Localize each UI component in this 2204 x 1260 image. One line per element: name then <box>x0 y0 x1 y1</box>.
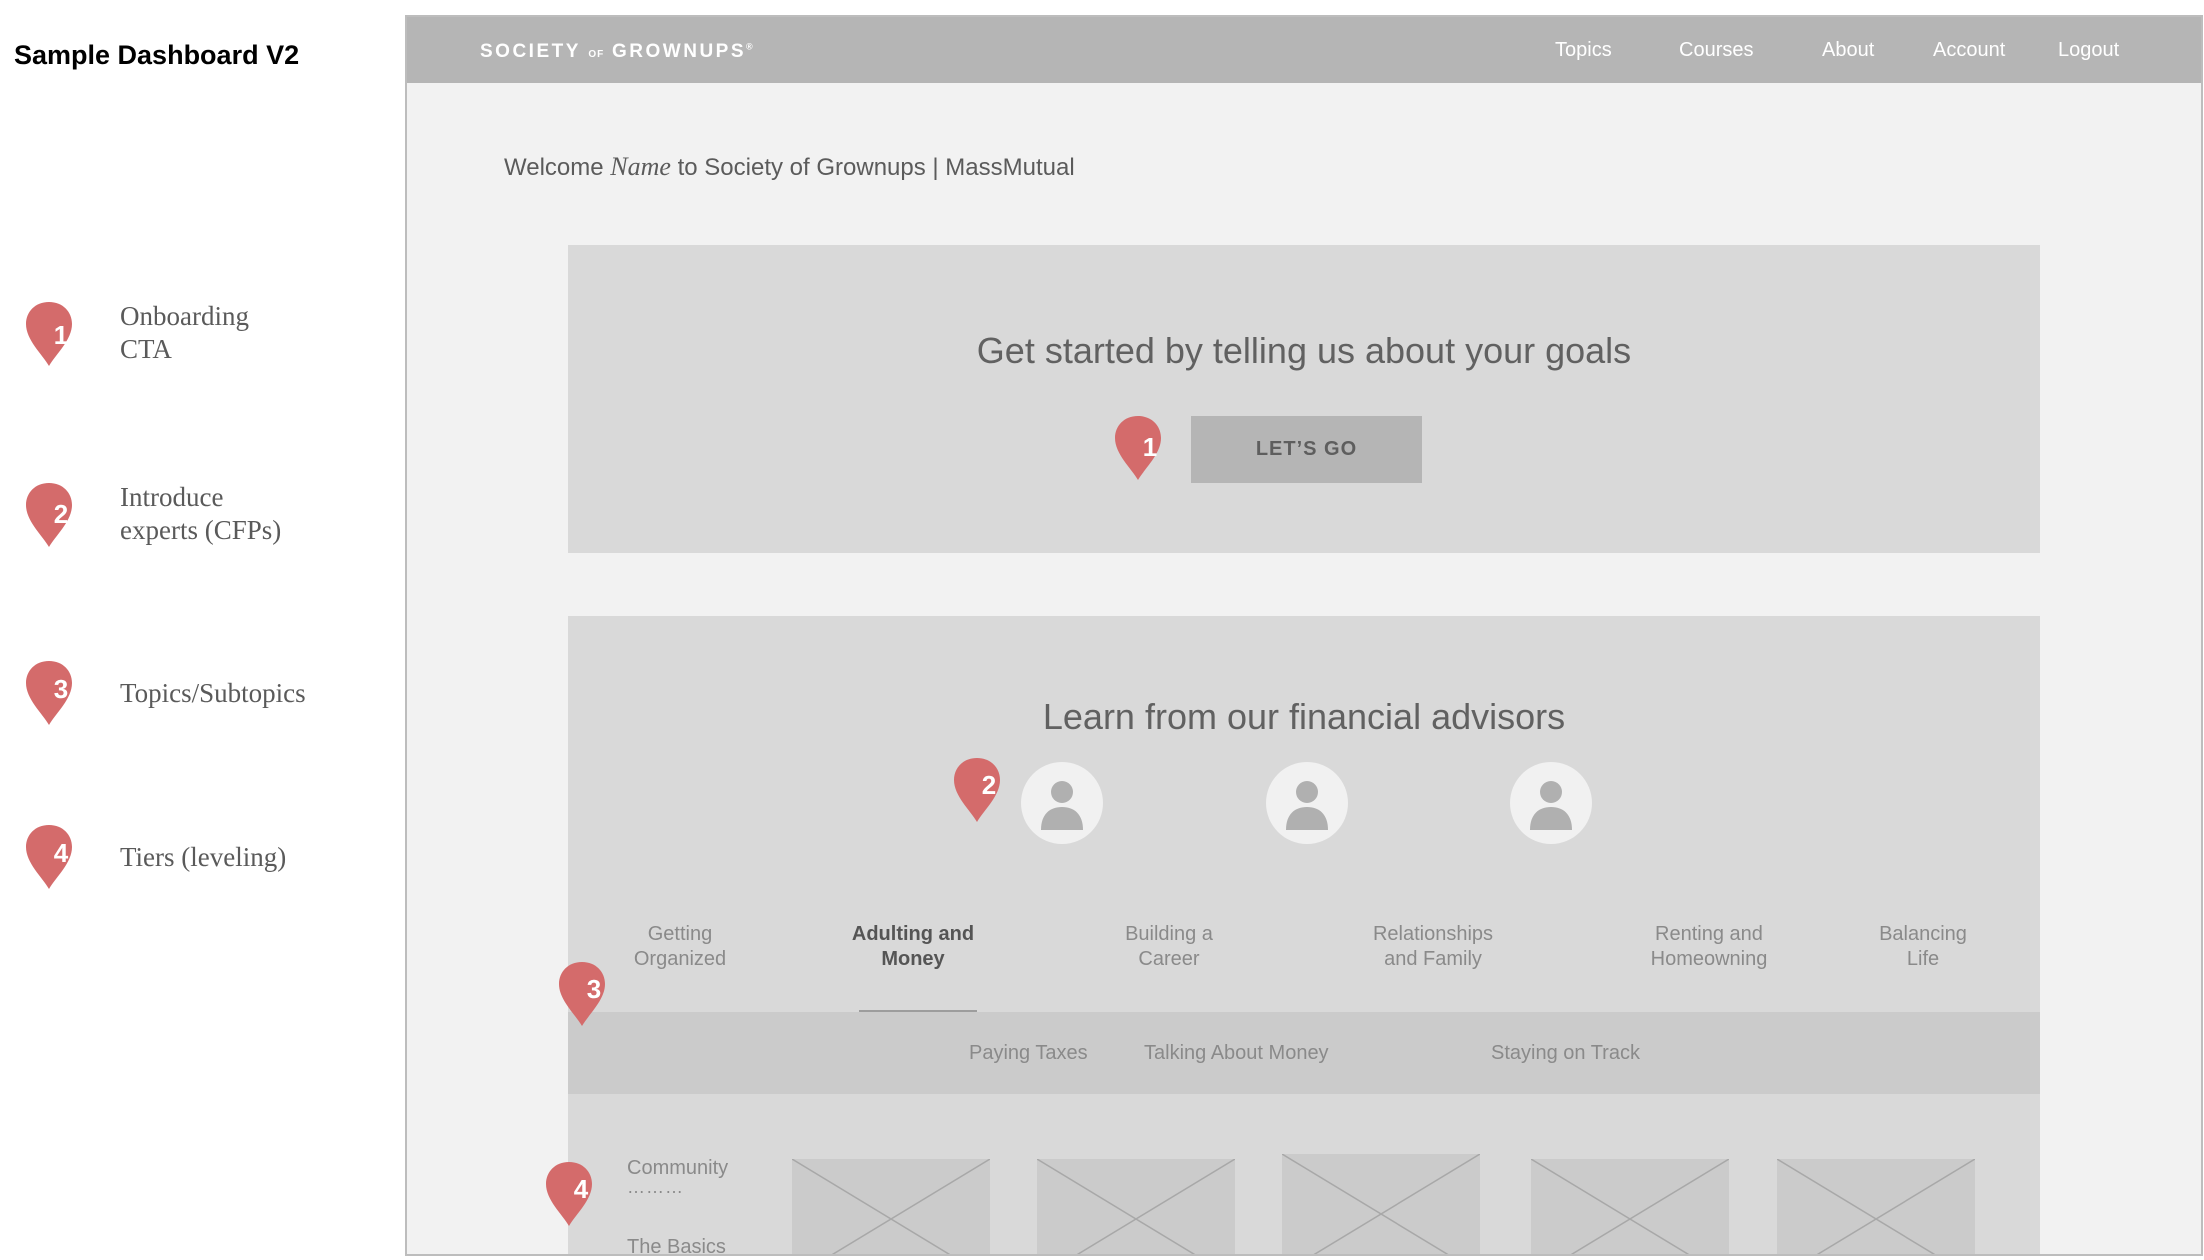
legend-label: Topics/Subtopics <box>120 678 306 708</box>
lets-go-button[interactable]: LET’S GO <box>1191 416 1422 483</box>
svg-text:3: 3 <box>587 974 601 1004</box>
person-icon <box>1530 781 1572 830</box>
dashboard-frame: SOCIETY OF GROWNUPS® Topics Courses Abou… <box>405 15 2203 1256</box>
subtopic-bar: Paying Taxes Talking About Money Staying… <box>568 1012 2040 1094</box>
legend-item-tiers: 4 Tiers (leveling) <box>24 823 286 889</box>
welcome-message: Welcome Name to Society of Grownups | Ma… <box>504 152 1075 182</box>
subtopic-talking-about-money[interactable]: Talking About Money <box>1144 1042 1329 1065</box>
svg-text:2: 2 <box>54 499 68 529</box>
topic-tab-getting-organized[interactable]: Getting Organized <box>634 922 726 972</box>
topic-tab-balancing-life[interactable]: Balancing Life <box>1879 922 1967 972</box>
nav-topics[interactable]: Topics <box>1555 39 1612 62</box>
nav-account[interactable]: Account <box>1933 39 2005 62</box>
legend-item-onboarding: 1 Onboarding CTA <box>24 300 249 366</box>
legend-item-experts: 2 Introduce experts (CFPs) <box>24 481 281 547</box>
image-placeholder-icon <box>1777 1159 1975 1254</box>
logo-text: GROWNUPS <box>612 41 747 62</box>
legend-label: Introduce experts (CFPs) <box>120 482 282 545</box>
logo[interactable]: SOCIETY OF GROWNUPS® <box>480 41 755 63</box>
course-thumbnail[interactable] <box>1531 1159 1729 1254</box>
map-pin-icon: 4 <box>544 1160 594 1228</box>
map-pin-icon: 3 <box>24 659 74 725</box>
map-pin-icon: 1 <box>1113 414 1163 482</box>
user-name: Name <box>610 152 671 181</box>
person-icon <box>1041 781 1083 830</box>
registered-mark: ® <box>746 41 756 52</box>
image-placeholder-icon <box>1282 1154 1480 1254</box>
image-placeholder-icon <box>1531 1159 1729 1254</box>
topic-tab-relationships-and-family[interactable]: Relationships and Family <box>1373 922 1493 972</box>
topic-tab-renting-and-homeowning[interactable]: Renting and Homeowning <box>1651 922 1768 972</box>
legend-item-topics: 3 Topics/Subtopics <box>24 659 306 725</box>
tier-separator: ……… <box>627 1177 684 1197</box>
svg-text:2: 2 <box>982 770 996 800</box>
welcome-suffix: to Society of Grownups | MassMutual <box>677 154 1075 181</box>
advisor-avatar[interactable] <box>1510 762 1592 844</box>
nav-courses[interactable]: Courses <box>1679 39 1753 62</box>
welcome-prefix: Welcome <box>504 154 604 181</box>
subtopic-paying-taxes[interactable]: Paying Taxes <box>969 1042 1088 1065</box>
onboarding-panel: Get started by telling us about your goa… <box>568 245 2040 553</box>
nav-logout[interactable]: Logout <box>2058 39 2119 62</box>
map-pin-icon: 1 <box>24 300 74 366</box>
legend-label: Onboarding CTA <box>120 301 249 364</box>
document-title: Sample Dashboard V2 <box>14 40 300 70</box>
onboarding-title: Get started by telling us about your goa… <box>976 330 1632 371</box>
tier-the-basics[interactable]: The Basics <box>627 1236 726 1254</box>
subtopic-staying-on-track[interactable]: Staying on Track <box>1491 1042 1640 1065</box>
logo-text: OF <box>588 49 605 60</box>
nav-about[interactable]: About <box>1822 39 1874 62</box>
svg-text:1: 1 <box>54 320 68 350</box>
map-pin-icon: 4 <box>24 823 74 889</box>
advisors-panel: Learn from our financial advisors Gettin… <box>568 616 2040 1254</box>
svg-text:4: 4 <box>54 838 69 868</box>
course-thumbnail[interactable] <box>1282 1154 1480 1254</box>
person-icon <box>1286 781 1328 830</box>
svg-text:3: 3 <box>54 674 68 704</box>
svg-text:4: 4 <box>574 1174 589 1204</box>
legend-label: Tiers (leveling) <box>120 842 287 872</box>
course-thumbnail[interactable] <box>1777 1159 1975 1254</box>
map-pin-icon: 2 <box>952 756 1002 824</box>
topic-tab-building-a-career[interactable]: Building a Career <box>1125 922 1213 972</box>
advisor-avatar[interactable] <box>1021 762 1103 844</box>
course-thumbnail[interactable] <box>1037 1159 1235 1254</box>
map-pin-icon: 2 <box>24 481 74 547</box>
advisor-avatar[interactable] <box>1266 762 1348 844</box>
top-navigation-bar: SOCIETY OF GROWNUPS® Topics Courses Abou… <box>407 17 2201 83</box>
svg-text:1: 1 <box>1143 432 1157 462</box>
logo-text: SOCIETY <box>480 41 581 62</box>
image-placeholder-icon <box>792 1159 990 1254</box>
advisors-title: Learn from our financial advisors <box>1042 696 1566 737</box>
map-pin-icon: 3 <box>557 960 607 1028</box>
course-thumbnail[interactable] <box>792 1159 990 1254</box>
topic-tab-adulting-and-money[interactable]: Adulting and Money <box>852 922 974 972</box>
image-placeholder-icon <box>1037 1159 1235 1254</box>
